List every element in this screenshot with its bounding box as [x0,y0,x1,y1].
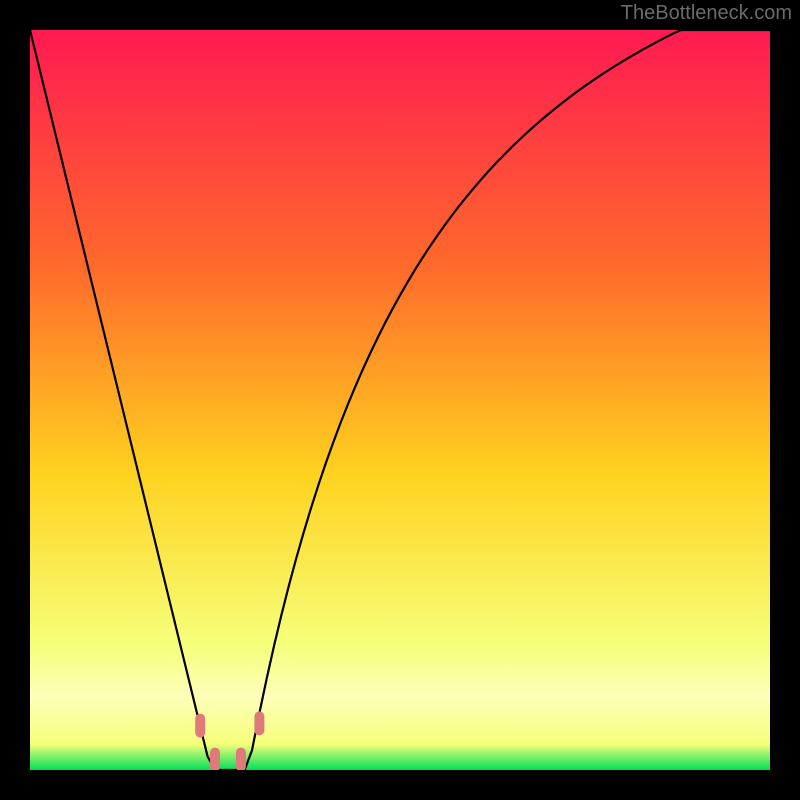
bottleneck-plot [30,30,770,770]
watermark-text: TheBottleneck.com [621,2,792,25]
left-bottom-marker [210,748,220,770]
chart-frame: TheBottleneck.com [0,0,800,800]
right-bottom-marker [236,748,246,770]
right-ascending-marker [254,711,264,735]
plot-background [30,30,770,770]
left-descending-marker [195,714,205,738]
